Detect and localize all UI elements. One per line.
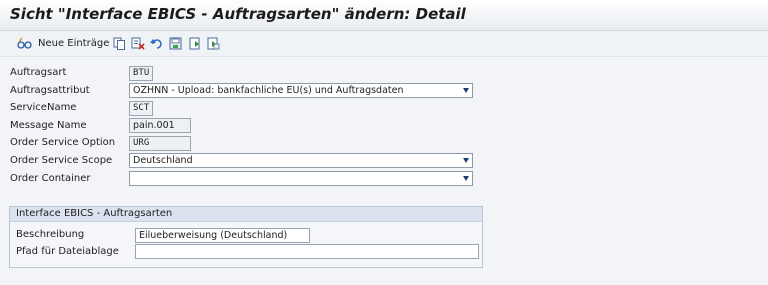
chevron-down-icon[interactable]	[463, 176, 469, 181]
order-service-scope-value: Deutschland	[133, 155, 193, 166]
page-title: Sicht "Interface EBICS - Auftragsarten" …	[10, 5, 466, 23]
previous-entry-icon[interactable]	[189, 37, 202, 50]
auftragsattribut-select[interactable]: OZHNN - Upload: bankfachliche EU(s) und …	[129, 83, 473, 98]
pfad-field[interactable]	[135, 244, 479, 259]
chevron-down-icon[interactable]	[463, 88, 469, 93]
beschreibung-field[interactable]: Eilueberweisung (Deutschland)	[135, 228, 310, 243]
order-service-option-field[interactable]: URG	[129, 136, 191, 151]
next-entry-icon[interactable]	[207, 37, 220, 50]
new-entries-button[interactable]: Neue Einträge	[38, 38, 109, 49]
glasses-icon[interactable]	[17, 37, 33, 50]
save-icon[interactable]	[169, 37, 182, 50]
title-bar: Sicht "Interface EBICS - Auftragsarten" …	[0, 0, 768, 31]
order-container-label: Order Container	[10, 173, 91, 184]
order-service-scope-select[interactable]: Deutschland	[129, 153, 473, 168]
application-toolbar: Neue Einträge	[0, 31, 768, 57]
order-container-select[interactable]	[129, 171, 473, 186]
auftragsattribut-value: OZHNN - Upload: bankfachliche EU(s) und …	[133, 85, 404, 96]
message-name-label: Message Name	[10, 120, 87, 131]
servicename-field[interactable]: SCT	[129, 101, 153, 116]
auftragsart-label: Auftragsart	[10, 67, 67, 78]
auftragsart-field[interactable]: BTU	[129, 66, 153, 81]
copy-icon[interactable]	[113, 37, 126, 50]
order-service-scope-label: Order Service Scope	[10, 155, 113, 166]
servicename-label: ServiceName	[10, 102, 77, 113]
interface-ebics-group: Interface EBICS - Auftragsarten Beschrei…	[9, 206, 483, 268]
pfad-label: Pfad für Dateiablage	[16, 246, 119, 257]
delete-icon[interactable]	[131, 37, 145, 50]
chevron-down-icon[interactable]	[463, 158, 469, 163]
order-service-option-label: Order Service Option	[10, 137, 116, 148]
auftragsattribut-label: Auftragsattribut	[10, 85, 90, 96]
group-title: Interface EBICS - Auftragsarten	[10, 207, 482, 222]
undo-icon[interactable]	[150, 37, 164, 50]
beschreibung-label: Beschreibung	[16, 229, 85, 240]
message-name-field[interactable]: pain.001	[129, 118, 191, 133]
